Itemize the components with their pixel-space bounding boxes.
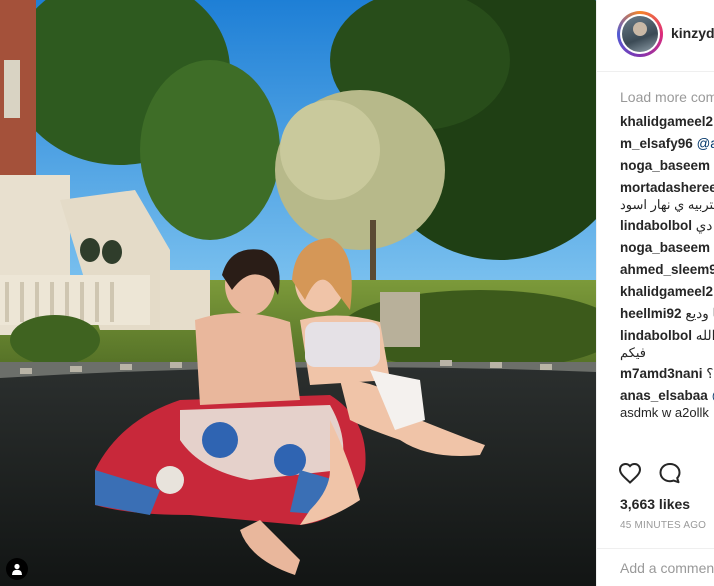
comment-username[interactable]: noga_baseem — [620, 240, 710, 255]
comment-item: m_elsafy96 @a — [620, 136, 714, 151]
post-sidebar: kinzydi Load more com khalidgameel2 m_el… — [596, 0, 714, 586]
comment-username[interactable]: lindabolbol — [620, 328, 692, 343]
comment-item: heellmi92 يا وديع — [620, 306, 714, 321]
comment-item: lindabolbol الله فيكم — [620, 328, 714, 360]
like-count[interactable]: 3,663 likes — [620, 496, 690, 512]
avatar-image — [622, 16, 658, 52]
post-header: kinzydi — [597, 0, 714, 72]
photo-image — [0, 0, 596, 586]
comment-username[interactable]: noga_baseem — [620, 158, 710, 173]
comment-text: التربيه ي نهار اسود — [620, 197, 714, 212]
comment-username[interactable]: heellmi92 — [620, 306, 682, 321]
comment-username[interactable]: m_elsafy96 — [620, 136, 693, 151]
divider — [597, 548, 714, 549]
post-timestamp: 45 MINUTES AGO — [620, 520, 707, 531]
comment-username[interactable]: khalidgameel2 — [620, 284, 713, 299]
comment-item: lindabolbol دي — [620, 218, 713, 233]
user-tag-icon[interactable] — [6, 558, 28, 580]
comment-username[interactable]: m7amd3nani — [620, 366, 703, 381]
heart-icon[interactable] — [618, 462, 642, 489]
comment-item: ahmed_sleem9 — [620, 261, 714, 283]
comment-item: anas_elsabaa @ asdmk w a2ollk — [620, 387, 714, 425]
comment-username[interactable]: ahmed_sleem9 — [620, 262, 714, 277]
comment-item: khalidgameel2 — [620, 113, 714, 135]
comment-username[interactable]: lindabolbol — [620, 218, 692, 233]
post-photo[interactable] — [0, 0, 596, 586]
comment-item: m7amd3nani ؟ — [620, 366, 714, 381]
comment-item: mortadasheree التربيه ي نهار اسود — [620, 179, 714, 217]
comment-username[interactable]: mortadasheree — [620, 180, 714, 195]
avatar[interactable] — [617, 11, 663, 57]
comment-item: noga_baseem @ — [620, 157, 714, 179]
speech-bubble-icon[interactable] — [658, 462, 682, 489]
comment-item: khalidgameel2 — [620, 283, 714, 305]
add-comment-input[interactable]: Add a commen — [620, 560, 714, 576]
comment-list: khalidgameel2 m_elsafy96 @a noga_baseem … — [620, 113, 714, 425]
load-more-comments-link[interactable]: Load more com — [620, 89, 714, 105]
comment-text: asdmk w a2ollk — [620, 405, 709, 420]
comment-username[interactable]: khalidgameel2 — [620, 114, 713, 129]
post-username[interactable]: kinzydi — [671, 25, 714, 41]
comment-text: فيكم — [620, 345, 646, 360]
comment-username[interactable]: anas_elsabaa — [620, 388, 708, 403]
comment-item: noga_baseem d — [620, 239, 714, 261]
post-actions — [618, 462, 682, 489]
